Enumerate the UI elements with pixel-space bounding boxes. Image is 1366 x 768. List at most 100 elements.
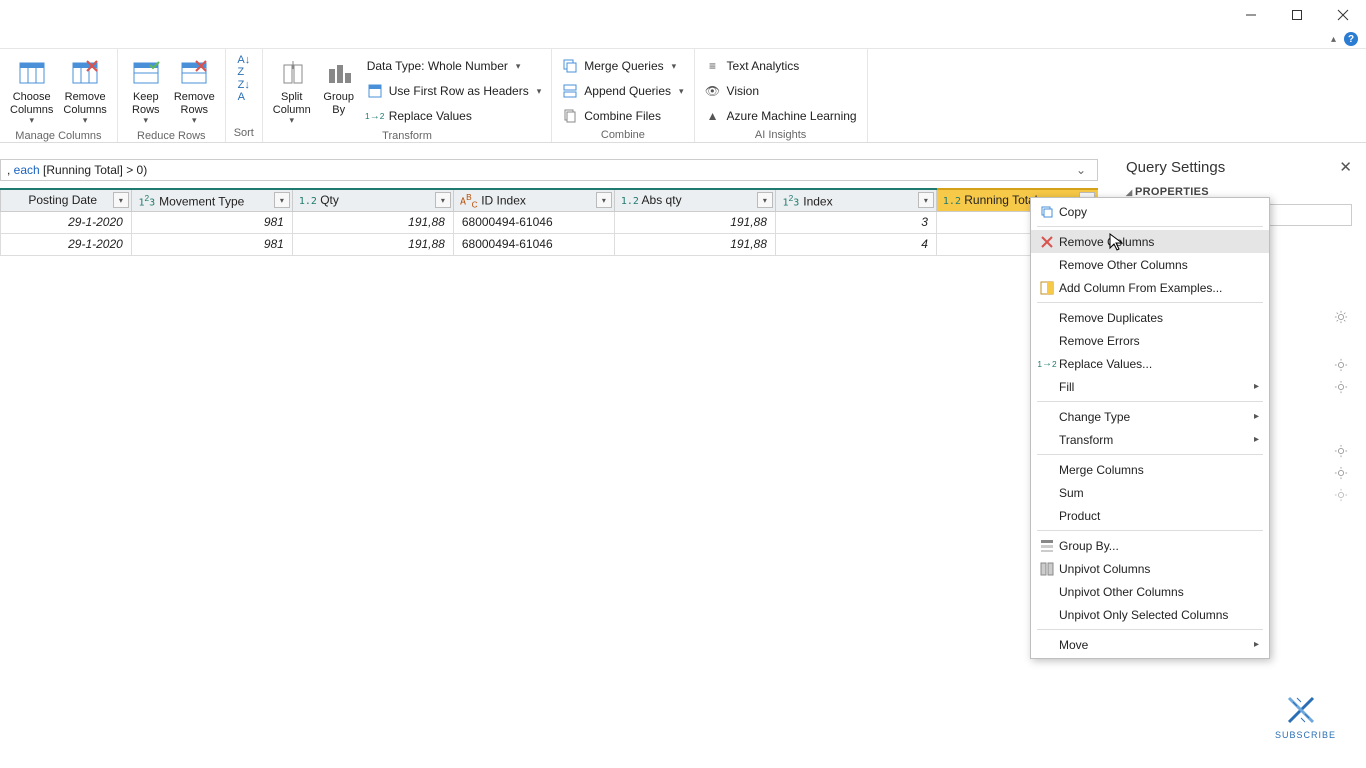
combine-files-button[interactable]: Combine Files — [558, 105, 687, 127]
data-type-label: Data Type: Whole Number — [367, 59, 508, 73]
gear-icon[interactable] — [1334, 466, 1348, 480]
cell[interactable]: 68000494-61046 — [453, 211, 614, 233]
menu-remove-duplicates[interactable]: Remove Duplicates — [1031, 306, 1269, 329]
formula-expand-icon[interactable]: ⌄ — [1071, 163, 1091, 177]
text-analytics-button[interactable]: ≡Text Analytics — [701, 55, 861, 77]
headers-icon — [367, 83, 383, 99]
menu-sum[interactable]: Sum — [1031, 481, 1269, 504]
combine-files-label: Combine Files — [584, 109, 661, 123]
gear-icon[interactable] — [1334, 488, 1348, 502]
vision-button[interactable]: 👁Vision — [701, 80, 861, 102]
data-type-button[interactable]: Data Type: Whole Number▾ — [363, 55, 546, 77]
column-header[interactable]: 123 Movement Type▾ — [131, 189, 292, 211]
append-queries-button[interactable]: Append Queries▾ — [558, 80, 687, 102]
cell[interactable]: 4 — [775, 233, 936, 255]
column-name: ID Index — [481, 193, 526, 207]
replace-icon: 1→2 — [1035, 358, 1059, 369]
cell[interactable]: 191,88 — [614, 233, 775, 255]
query-settings-title: Query Settings — [1126, 159, 1225, 176]
filter-icon[interactable]: ▾ — [757, 192, 773, 208]
menu-remove-other-columns[interactable]: Remove Other Columns — [1031, 253, 1269, 276]
menu-merge-columns[interactable]: Merge Columns — [1031, 458, 1269, 481]
text-analytics-label: Text Analytics — [727, 59, 800, 73]
menu-remove-errors[interactable]: Remove Errors — [1031, 329, 1269, 352]
menu-unpivot-other-columns[interactable]: Unpivot Other Columns — [1031, 580, 1269, 603]
split-column-button[interactable]: Split Column ▾ — [269, 51, 315, 128]
menu-unpivot-columns[interactable]: Unpivot Columns — [1031, 557, 1269, 580]
cell[interactable]: 981 — [131, 211, 292, 233]
menu-fill[interactable]: Fill▸ — [1031, 375, 1269, 398]
gear-icon[interactable] — [1334, 358, 1348, 372]
filter-icon[interactable]: ▾ — [274, 192, 290, 208]
cell[interactable]: 3 — [775, 211, 936, 233]
choose-columns-button[interactable]: Choose Columns ▾ — [6, 51, 57, 128]
menu-change-type[interactable]: Change Type▸ — [1031, 405, 1269, 428]
type-icon: 1.2 — [621, 196, 639, 207]
column-name: Index — [803, 194, 832, 208]
ribbon-group-transform: Split Column ▾ Group By Data Type: Whole… — [263, 49, 552, 142]
merge-queries-button[interactable]: Merge Queries▾ — [558, 55, 687, 77]
close-button[interactable] — [1320, 0, 1366, 30]
menu-unpivot-selected-columns[interactable]: Unpivot Only Selected Columns — [1031, 603, 1269, 626]
column-header[interactable]: ABC ID Index▾ — [453, 189, 614, 211]
subscribe-label: SUBSCRIBE — [1275, 730, 1336, 740]
filter-icon[interactable]: ▾ — [596, 192, 612, 208]
column-header[interactable]: 1.2 Abs qty▾ — [614, 189, 775, 211]
chevron-down-icon: ▾ — [537, 86, 542, 97]
separator — [1037, 226, 1263, 227]
column-header[interactable]: 1.2 Qty▾ — [292, 189, 453, 211]
filter-icon[interactable]: ▾ — [435, 192, 451, 208]
minimize-button[interactable] — [1228, 0, 1274, 30]
maximize-button[interactable] — [1274, 0, 1320, 30]
menu-product[interactable]: Product — [1031, 504, 1269, 527]
window-controls — [1228, 0, 1366, 30]
menu-transform[interactable]: Transform▸ — [1031, 428, 1269, 451]
formula-text[interactable]: , each [Running Total] > 0) — [7, 163, 147, 177]
menu-replace-values[interactable]: 1→2Replace Values... — [1031, 352, 1269, 375]
column-header[interactable]: 123 Index▾ — [775, 189, 936, 211]
ribbon-group-ai-insights: ≡Text Analytics 👁Vision ▲Azure Machine L… — [695, 49, 868, 142]
first-row-headers-button[interactable]: Use First Row as Headers▾ — [363, 80, 546, 102]
type-icon: 123 — [138, 193, 156, 208]
filter-icon[interactable]: ▾ — [113, 192, 129, 208]
close-panel-icon[interactable]: ✕ — [1339, 158, 1352, 176]
remove-columns-button[interactable]: Remove Columns ▾ — [59, 51, 110, 128]
group-label: AI Insights — [701, 127, 861, 144]
gear-icon[interactable] — [1334, 444, 1348, 458]
menu-remove-columns[interactable]: Remove Columns — [1031, 230, 1269, 253]
remove-rows-button[interactable]: Remove Rows ▾ — [170, 51, 219, 128]
sort-asc-button[interactable]: A↓Z — [232, 55, 256, 77]
gear-icon[interactable] — [1334, 310, 1348, 324]
sort-desc-button[interactable]: Z↓A — [232, 80, 256, 102]
keep-rows-label: Keep Rows — [132, 91, 160, 117]
menu-move[interactable]: Move▸ — [1031, 633, 1269, 656]
ribbon-collapse-icon[interactable]: ▴ — [1331, 34, 1336, 45]
replace-label: Replace Values — [389, 109, 472, 123]
unpivot-icon — [1035, 562, 1059, 576]
replace-values-button[interactable]: 1→2Replace Values — [363, 105, 546, 127]
split-column-label: Split Column — [273, 91, 311, 117]
cell[interactable]: 68000494-61046 — [453, 233, 614, 255]
submenu-arrow-icon: ▸ — [1254, 434, 1259, 445]
cell[interactable]: 191,88 — [292, 233, 453, 255]
table-row[interactable]: 29-1-2020 981 191,88 68000494-61046 191,… — [1, 211, 1098, 233]
cell[interactable]: 29-1-2020 — [1, 211, 132, 233]
menu-group-by[interactable]: Group By... — [1031, 534, 1269, 557]
remove-columns-label: Remove Columns — [63, 91, 106, 117]
filter-icon[interactable]: ▾ — [918, 192, 934, 208]
menu-add-column-from-examples[interactable]: Add Column From Examples... — [1031, 276, 1269, 299]
cell[interactable]: 191,88 — [614, 211, 775, 233]
table-row[interactable]: 29-1-2020 981 191,88 68000494-61046 191,… — [1, 233, 1098, 255]
help-icon[interactable]: ? — [1344, 32, 1358, 46]
cell[interactable]: 981 — [131, 233, 292, 255]
azure-ml-button[interactable]: ▲Azure Machine Learning — [701, 105, 861, 127]
cell[interactable]: 191,88 — [292, 211, 453, 233]
cell[interactable]: 29-1-2020 — [1, 233, 132, 255]
menu-copy[interactable]: Copy — [1031, 200, 1269, 223]
submenu-arrow-icon: ▸ — [1254, 381, 1259, 392]
keep-rows-button[interactable]: Keep Rows ▾ — [124, 51, 168, 128]
gear-icon[interactable] — [1334, 380, 1348, 394]
column-header[interactable]: Posting Date▾ — [1, 189, 132, 211]
group-by-button[interactable]: Group By — [317, 51, 361, 119]
column-name: Qty — [320, 193, 339, 207]
